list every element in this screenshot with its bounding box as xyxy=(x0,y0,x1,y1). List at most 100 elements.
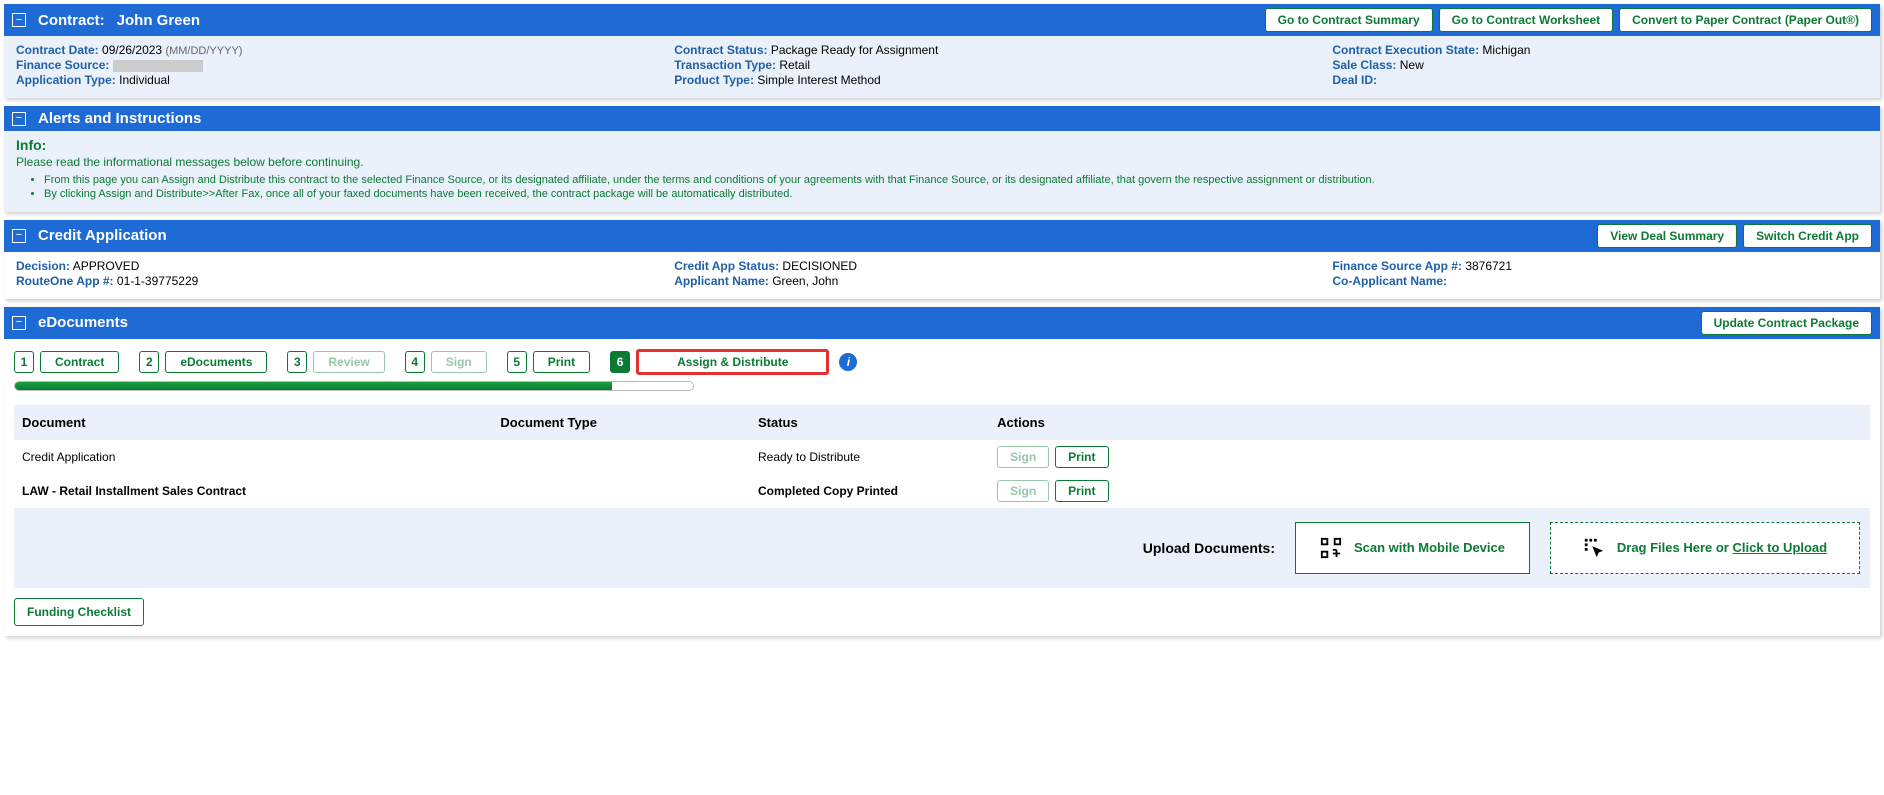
product-type-value: Simple Interest Method xyxy=(757,73,880,87)
deal-id-field: Deal ID: xyxy=(1332,73,1884,87)
contract-date-label: Contract Date: xyxy=(16,43,99,57)
step-sign-button[interactable]: Sign xyxy=(431,351,487,373)
col-status: Status xyxy=(758,415,997,430)
contract-title-prefix: Contract: xyxy=(38,12,105,29)
update-contract-package-button[interactable]: Update Contract Package xyxy=(1701,311,1872,335)
application-type-value: Individual xyxy=(119,73,170,87)
sale-class-label: Sale Class: xyxy=(1332,58,1396,72)
collapse-icon[interactable]: − xyxy=(12,316,26,330)
alerts-title: Alerts and Instructions xyxy=(38,110,201,127)
finance-source-field: Finance Source: xyxy=(16,58,664,72)
transaction-type-field: Transaction Type: Retail xyxy=(674,58,1322,72)
contract-panel: − Contract: John Green Go to Contract Su… xyxy=(4,4,1880,98)
sign-button[interactable]: Sign xyxy=(997,480,1049,502)
contract-status-value: Package Ready for Assignment xyxy=(771,43,938,57)
progress-bar xyxy=(14,381,694,391)
decision-value: APPROVED xyxy=(73,259,140,273)
doc-status: Completed Copy Printed xyxy=(758,484,997,498)
col-document: Document xyxy=(22,415,500,430)
exec-state-field: Contract Execution State: Michigan xyxy=(1332,43,1884,57)
collapse-icon[interactable]: − xyxy=(12,112,26,126)
credit-panel: − Credit Application View Deal Summary S… xyxy=(4,220,1880,299)
click-to-upload-link[interactable]: Click to Upload xyxy=(1732,540,1827,555)
print-button[interactable]: Print xyxy=(1055,446,1108,468)
application-type-field: Application Type: Individual xyxy=(16,73,664,87)
fsapp-field: Finance Source App #: 3876721 xyxy=(1332,259,1884,273)
table-row: Credit Application Ready to Distribute S… xyxy=(14,440,1870,474)
info-icon[interactable]: i xyxy=(839,353,857,371)
step-contract-button[interactable]: Contract xyxy=(40,351,119,373)
product-type-label: Product Type: xyxy=(674,73,754,87)
edocuments-body: 1 Contract 2 eDocuments 3 Review 4 Sign … xyxy=(4,339,1880,636)
upload-row: Upload Documents: Scan with Mobile Devic… xyxy=(14,508,1870,588)
applicant-field: Applicant Name: Green, John xyxy=(674,274,1322,288)
contract-title-name: John Green xyxy=(117,12,200,29)
step-print-button[interactable]: Print xyxy=(533,351,590,373)
info-item: By clicking Assign and Distribute>>After… xyxy=(44,187,1868,201)
exec-state-value: Michigan xyxy=(1482,43,1530,57)
print-button[interactable]: Print xyxy=(1055,480,1108,502)
step-2-number: 2 xyxy=(139,351,159,373)
step-3-number: 3 xyxy=(287,351,307,373)
view-deal-summary-button[interactable]: View Deal Summary xyxy=(1597,224,1737,248)
go-to-contract-worksheet-button[interactable]: Go to Contract Worksheet xyxy=(1439,8,1613,32)
step-4-number: 4 xyxy=(405,351,425,373)
info-heading: Info: xyxy=(16,137,1868,153)
workflow-steps: 1 Contract 2 eDocuments 3 Review 4 Sign … xyxy=(14,349,1870,375)
finance-source-label: Finance Source: xyxy=(16,58,109,72)
step-6-number: 6 xyxy=(610,351,630,373)
r1app-label: RouteOne App #: xyxy=(16,274,114,288)
doc-name: Credit Application xyxy=(22,450,500,464)
qr-icon xyxy=(1320,537,1342,559)
credit-status-field: Credit App Status: DECISIONED xyxy=(674,259,1322,273)
credit-status-label: Credit App Status: xyxy=(674,259,779,273)
upload-label: Upload Documents: xyxy=(1143,540,1275,556)
sale-class-value: New xyxy=(1400,58,1424,72)
credit-header: − Credit Application View Deal Summary S… xyxy=(4,220,1880,252)
scan-mobile-button[interactable]: Scan with Mobile Device xyxy=(1295,522,1530,574)
collapse-icon[interactable]: − xyxy=(12,13,26,27)
info-list: From this page you can Assign and Distri… xyxy=(16,173,1868,202)
alerts-body: Info: Please read the informational mess… xyxy=(4,131,1880,212)
sale-class-field: Sale Class: New xyxy=(1332,58,1884,72)
product-type-field: Product Type: Simple Interest Method xyxy=(674,73,1322,87)
decision-field: Decision: APPROVED xyxy=(16,259,664,273)
contract-body: Contract Date: 09/26/2023 (MM/DD/YYYY) F… xyxy=(4,36,1880,98)
applicant-label: Applicant Name: xyxy=(674,274,769,288)
credit-status-value: DECISIONED xyxy=(782,259,857,273)
alerts-panel: − Alerts and Instructions Info: Please r… xyxy=(4,106,1880,212)
info-item: From this page you can Assign and Distri… xyxy=(44,173,1868,187)
contract-date-field: Contract Date: 09/26/2023 (MM/DD/YYYY) xyxy=(16,43,664,57)
application-type-label: Application Type: xyxy=(16,73,116,87)
contract-header: − Contract: John Green Go to Contract Su… xyxy=(4,4,1880,36)
transaction-type-value: Retail xyxy=(779,58,810,72)
col-actions: Actions xyxy=(997,415,1862,430)
funding-checklist-button[interactable]: Funding Checklist xyxy=(14,598,144,626)
edocuments-title: eDocuments xyxy=(38,314,128,331)
credit-body: Decision: APPROVED RouteOne App #: 01-1-… xyxy=(4,252,1880,299)
coapplicant-field: Co-Applicant Name: xyxy=(1332,274,1884,288)
step-review-button[interactable]: Review xyxy=(313,351,384,373)
collapse-icon[interactable]: − xyxy=(12,229,26,243)
r1app-field: RouteOne App #: 01-1-39775229 xyxy=(16,274,664,288)
go-to-contract-summary-button[interactable]: Go to Contract Summary xyxy=(1265,8,1433,32)
info-intro: Please read the informational messages b… xyxy=(16,155,1868,169)
switch-credit-app-button[interactable]: Switch Credit App xyxy=(1743,224,1872,248)
edocuments-header: − eDocuments Update Contract Package xyxy=(4,307,1880,339)
step-assign-distribute-button[interactable]: Assign & Distribute xyxy=(636,349,829,375)
alerts-header: − Alerts and Instructions xyxy=(4,106,1880,131)
col-document-type: Document Type xyxy=(500,415,758,430)
doc-name: LAW - Retail Installment Sales Contract xyxy=(22,484,500,498)
edocuments-panel: − eDocuments Update Contract Package 1 C… xyxy=(4,307,1880,636)
convert-to-paper-button[interactable]: Convert to Paper Contract (Paper Out®) xyxy=(1619,8,1872,32)
step-edocuments-button[interactable]: eDocuments xyxy=(165,351,267,373)
contract-date-hint: (MM/DD/YYYY) xyxy=(165,45,242,57)
credit-title: Credit Application xyxy=(38,227,167,244)
contract-status-label: Contract Status: xyxy=(674,43,767,57)
table-row: LAW - Retail Installment Sales Contract … xyxy=(14,474,1870,508)
drag-upload-area[interactable]: Drag Files Here or Click to Upload xyxy=(1550,522,1860,574)
scan-mobile-label: Scan with Mobile Device xyxy=(1354,540,1505,555)
sign-button[interactable]: Sign xyxy=(997,446,1049,468)
progress-fill xyxy=(15,382,612,390)
doc-table-header: Document Document Type Status Actions xyxy=(14,405,1870,440)
